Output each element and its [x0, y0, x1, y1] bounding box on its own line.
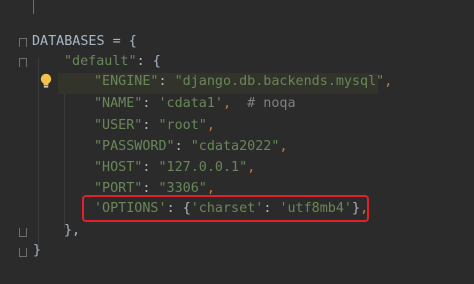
dict-value: "3306" — [158, 181, 207, 196]
code-line[interactable]: "NAME": 'cdata1', # noqa — [94, 94, 296, 114]
comma: , — [206, 118, 215, 133]
dict-key: "NAME" — [94, 96, 143, 111]
close-brace: }, — [64, 223, 81, 238]
code-line[interactable]: "PASSWORD": "cdata2022", — [94, 137, 288, 157]
code-line[interactable]: "HOST": "127.0.0.1", — [94, 158, 255, 178]
code-comment: # noqa — [231, 96, 296, 111]
code-line[interactable]: "default": { — [64, 52, 161, 72]
colon: : — [158, 74, 175, 89]
fold-toggle-icon[interactable] — [19, 228, 27, 237]
variable-name: DATABASES — [32, 34, 105, 49]
comma: , — [247, 160, 256, 175]
comma: , — [223, 96, 232, 111]
dict-value: "root" — [158, 118, 207, 133]
indent-guide — [64, 78, 65, 228]
open-brace: { — [152, 54, 161, 69]
colon: : — [142, 160, 159, 175]
dict-key: "USER" — [94, 118, 143, 133]
lightbulb-icon[interactable] — [40, 73, 52, 89]
code-line[interactable]: } — [33, 241, 41, 261]
open-brace: { — [128, 34, 137, 49]
fold-toggle-icon[interactable] — [19, 248, 27, 257]
dict-value: 'cdata1' — [158, 96, 224, 111]
dict-key: "default" — [64, 54, 137, 69]
comma: , — [206, 181, 215, 196]
colon: : — [142, 118, 159, 133]
dict-key: "ENGINE" — [94, 74, 159, 89]
comma: , — [279, 139, 288, 154]
colon: : — [174, 139, 191, 154]
code-line[interactable]: }, — [64, 221, 80, 241]
code-editor[interactable]: DATABASES = { "default": { "ENGINE": "dj… — [0, 0, 474, 284]
fold-toggle-icon[interactable] — [19, 38, 27, 47]
fold-guide — [33, 0, 40, 14]
dict-value: "cdata2022" — [190, 139, 280, 154]
dict-key: "PORT" — [94, 181, 143, 196]
dict-key: "PASSWORD" — [94, 139, 175, 154]
code-line[interactable]: DATABASES = { — [32, 32, 137, 52]
indent-guide — [38, 58, 39, 250]
dict-key: "HOST" — [94, 160, 143, 175]
code-line[interactable]: "USER": "root", — [94, 116, 215, 136]
comma: , — [384, 74, 393, 89]
options-highlight-box — [82, 195, 369, 222]
dict-value: "127.0.0.1" — [158, 160, 248, 175]
colon: : — [142, 96, 159, 111]
colon: : — [136, 54, 153, 69]
colon: : — [142, 181, 159, 196]
code-line[interactable]: "ENGINE": "django.db.backends.mysql", — [94, 72, 392, 92]
dict-value: "django.db.backends.mysql" — [174, 74, 385, 89]
fold-toggle-icon[interactable] — [19, 58, 27, 67]
close-brace: } — [33, 243, 42, 258]
assign-operator: = — [104, 34, 129, 49]
